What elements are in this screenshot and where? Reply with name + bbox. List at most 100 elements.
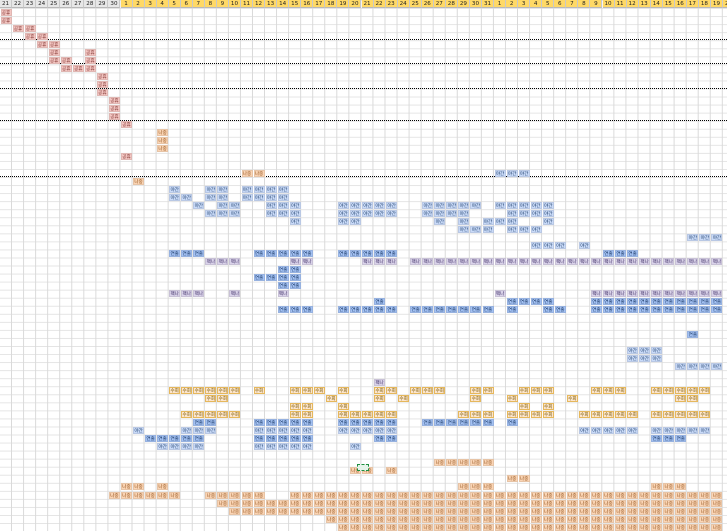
schedule-tag-gold[interactable]: 수회	[542, 386, 554, 394]
schedule-tag-blue[interactable]: 야간	[181, 443, 193, 451]
schedule-tag-gold[interactable]: 수회	[229, 411, 241, 418]
schedule-tag-blue-dark[interactable]: 연출	[687, 330, 699, 338]
schedule-tag-orange[interactable]: 나중	[542, 491, 554, 499]
schedule-tag-lavender[interactable]: 팩나	[362, 258, 373, 266]
schedule-tag-orange[interactable]: 나중	[446, 459, 458, 467]
schedule-tag-orange[interactable]: 나중	[603, 491, 614, 499]
schedule-tag-blue[interactable]: 야간	[205, 193, 217, 201]
schedule-tag-gold[interactable]: 수회	[374, 386, 386, 394]
schedule-tag-blue-dark[interactable]: 연출	[374, 419, 386, 427]
schedule-tag-blue-dark[interactable]: 연출	[253, 419, 265, 427]
schedule-tag-pink[interactable]: 공휴	[96, 80, 108, 88]
day-header-cell[interactable]: 24	[36, 0, 49, 8]
schedule-tag-blue-dark[interactable]: 연출	[603, 306, 614, 314]
schedule-tag-orange[interactable]: 나중	[458, 499, 470, 507]
schedule-tag-gold[interactable]: 수회	[337, 411, 349, 418]
schedule-tag-orange[interactable]: 나중	[398, 515, 410, 523]
schedule-tag-orange[interactable]: 나중	[542, 507, 554, 515]
schedule-tag-pink[interactable]: 공휴	[36, 32, 48, 40]
schedule-tag-orange[interactable]: 나중	[410, 523, 422, 531]
schedule-tag-orange[interactable]: 나중	[711, 523, 723, 531]
schedule-tag-orange[interactable]: 나중	[446, 507, 458, 515]
schedule-tag-gold[interactable]: 수회	[578, 411, 590, 418]
schedule-tag-lavender[interactable]: 팩나	[663, 290, 675, 298]
schedule-tag-orange[interactable]: 나중	[253, 491, 265, 499]
schedule-tag-orange[interactable]: 나중	[639, 507, 651, 515]
schedule-tag-blue[interactable]: 야간	[578, 241, 590, 249]
schedule-tag-blue-dark[interactable]: 연출	[277, 419, 289, 427]
schedule-tag-orange[interactable]: 나중	[386, 515, 398, 523]
schedule-tag-blue[interactable]: 야간	[386, 209, 398, 217]
schedule-tag-gold[interactable]: 수회	[337, 386, 349, 394]
schedule-tag-gold[interactable]: 수회	[458, 411, 470, 418]
schedule-tag-blue[interactable]: 야간	[265, 185, 277, 193]
schedule-tag-orange[interactable]: 나중	[325, 507, 337, 515]
schedule-tag-orange[interactable]: 나중	[615, 499, 627, 507]
schedule-tag-blue[interactable]: 야간	[349, 201, 361, 209]
schedule-tag-blue[interactable]: 야간	[241, 193, 253, 201]
schedule-tag-orange[interactable]: 나중	[590, 491, 602, 499]
schedule-tag-blue[interactable]: 야간	[542, 217, 554, 225]
schedule-tag-blue-dark[interactable]: 연출	[458, 419, 470, 427]
day-header-cell[interactable]: 6	[554, 0, 567, 8]
schedule-tag-blue-dark[interactable]: 연출	[193, 435, 205, 443]
schedule-tag-lavender[interactable]: 팩나	[217, 258, 229, 266]
schedule-tag-orange[interactable]: 나중	[434, 507, 446, 515]
schedule-tag-orange[interactable]: 나중	[446, 491, 458, 499]
schedule-tag-lavender[interactable]: 팩나	[554, 258, 566, 266]
schedule-tag-orange[interactable]: 나중	[699, 499, 711, 507]
schedule-tag-blue-dark[interactable]: 연출	[639, 306, 651, 314]
schedule-tag-blue[interactable]: 야간	[181, 193, 193, 201]
schedule-tag-orange[interactable]: 나중	[494, 499, 506, 507]
schedule-tag-blue[interactable]: 야간	[277, 427, 289, 435]
schedule-tag-orange[interactable]: 나중	[578, 515, 590, 523]
schedule-tag-orange[interactable]: 나중	[458, 507, 470, 515]
schedule-tag-pink[interactable]: 공휴	[84, 64, 96, 72]
schedule-tag-lavender[interactable]: 팩나	[687, 258, 699, 266]
schedule-tag-blue[interactable]: 야간	[590, 427, 602, 435]
schedule-tag-orange[interactable]: 나중	[374, 515, 386, 523]
schedule-tag-gold[interactable]: 수회	[181, 386, 193, 394]
schedule-tag-blue[interactable]: 야간	[277, 185, 289, 193]
schedule-tag-blue[interactable]: 야간	[265, 201, 277, 209]
schedule-tag-orange[interactable]: 나중	[675, 523, 687, 531]
schedule-tag-orange[interactable]: 나중	[578, 523, 590, 531]
schedule-tag-blue-dark[interactable]: 연출	[663, 298, 675, 306]
schedule-tag-blue[interactable]: 야간	[470, 201, 482, 209]
schedule-tag-orange[interactable]: 나중	[169, 491, 181, 499]
schedule-tag-pink[interactable]: 공휴	[48, 56, 60, 64]
schedule-tag-blue-dark[interactable]: 연출	[289, 435, 301, 443]
schedule-tag-orange[interactable]: 나중	[434, 491, 446, 499]
schedule-tag-blue[interactable]: 야간	[289, 443, 301, 451]
schedule-tag-orange[interactable]: 나중	[265, 499, 277, 507]
schedule-tag-gold[interactable]: 수회	[325, 394, 337, 402]
schedule-tag-gold[interactable]: 수회	[566, 394, 578, 402]
schedule-tag-orange[interactable]: 나중	[241, 507, 253, 515]
schedule-tag-orange[interactable]: 나중	[434, 523, 446, 531]
schedule-tag-gold[interactable]: 수회	[590, 411, 602, 418]
schedule-tag-lavender[interactable]: 팩나	[518, 258, 530, 266]
day-header-cell[interactable]: 12	[253, 0, 266, 8]
schedule-tag-gold[interactable]: 수회	[289, 411, 301, 418]
schedule-tag-blue-dark[interactable]: 연출	[530, 298, 542, 306]
schedule-tag-blue[interactable]: 야간	[506, 169, 518, 177]
schedule-tag-blue[interactable]: 야간	[362, 209, 373, 217]
schedule-tag-orange[interactable]: 나중	[349, 523, 361, 531]
schedule-tag-orange[interactable]: 나중	[470, 499, 482, 507]
schedule-tag-blue[interactable]: 야간	[578, 427, 590, 435]
schedule-tag-lavender[interactable]: 팩나	[205, 258, 217, 266]
schedule-tag-gold[interactable]: 수회	[530, 386, 542, 394]
schedule-tag-pink[interactable]: 공휴	[48, 48, 60, 56]
schedule-tag-blue[interactable]: 야간	[639, 354, 651, 362]
schedule-tag-blue[interactable]: 야간	[434, 201, 446, 209]
schedule-tag-orange[interactable]: 나중	[121, 491, 132, 499]
day-header-cell[interactable]: 16	[301, 0, 314, 8]
schedule-tag-blue-dark[interactable]: 연출	[374, 298, 386, 306]
schedule-tag-blue-dark[interactable]: 연출	[639, 298, 651, 306]
schedule-tag-blue-dark[interactable]: 연출	[675, 306, 687, 314]
schedule-tag-lavender[interactable]: 팩나	[590, 258, 602, 266]
day-header-cell[interactable]: 23	[385, 0, 398, 8]
schedule-tag-blue[interactable]: 야간	[374, 209, 386, 217]
schedule-tag-blue-dark[interactable]: 연출	[253, 435, 265, 443]
schedule-tag-blue-dark[interactable]: 연출	[277, 266, 289, 274]
